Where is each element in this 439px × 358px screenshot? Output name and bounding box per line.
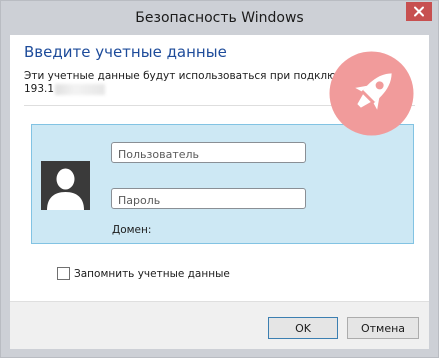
remember-checkbox[interactable] [57, 267, 70, 280]
password-input[interactable] [112, 191, 305, 210]
user-avatar-icon [41, 161, 90, 210]
rocket-overlay [329, 51, 414, 136]
cancel-button[interactable]: Отмена [347, 317, 419, 339]
rocket-icon [329, 51, 414, 136]
username-input[interactable] [112, 145, 305, 164]
title-bar[interactable]: Безопасность Windows [1, 1, 438, 35]
username-field[interactable] [111, 142, 306, 164]
dialog-content: Введите учетные данные Эти учетные данны… [10, 35, 429, 349]
description-text: Эти учетные данные будут использоваться … [24, 70, 379, 82]
credential-dialog: Безопасность Windows Введите учетные дан… [0, 0, 439, 358]
remember-credentials[interactable]: Запомнить учетные данные [57, 267, 230, 280]
user-avatar [41, 161, 90, 210]
remember-label: Запомнить учетные данные [74, 267, 230, 280]
credential-tile: Домен: [31, 124, 414, 244]
close-button[interactable] [406, 2, 432, 21]
close-icon [406, 2, 432, 21]
ok-button[interactable]: OK [268, 317, 338, 339]
password-field[interactable] [111, 188, 306, 210]
dialog-description: Эти учетные данные будут использоваться … [24, 70, 379, 96]
window-title: Безопасность Windows [135, 10, 304, 26]
dialog-footer: OK Отмена [10, 301, 429, 349]
dialog-heading: Введите учетные данные [24, 43, 227, 61]
server-address: 193.1 [24, 83, 374, 96]
domain-label: Домен: [112, 224, 152, 236]
server-ip-text: 193.1 [24, 83, 55, 95]
redacted-ip-blur [55, 83, 106, 95]
